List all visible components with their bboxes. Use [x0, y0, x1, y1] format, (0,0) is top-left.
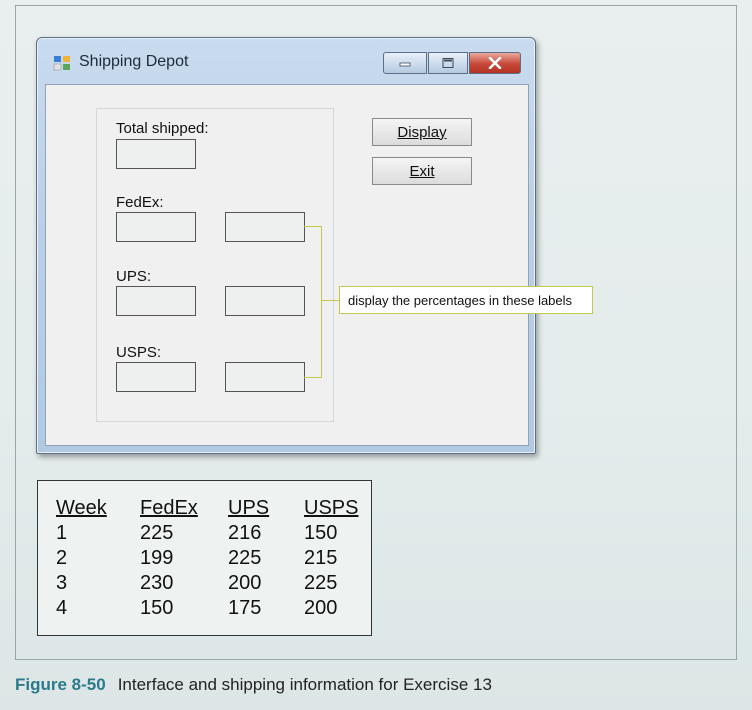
callout-bracket [304, 226, 322, 378]
table-cell: 216 [228, 522, 262, 544]
shipping-table: Week FedEx UPS USPS 1 225 216 150 2 199 … [56, 495, 364, 621]
close-button[interactable] [469, 52, 521, 74]
usps-percentage-label [225, 362, 305, 392]
table-cell: 225 [228, 547, 262, 569]
table-cell: 2 [56, 547, 68, 569]
figure-caption-text: Interface and shipping information for E… [117, 675, 492, 694]
table-cell: 200 [304, 597, 338, 619]
usps-label: USPS: [116, 344, 162, 361]
figure-caption: Figure 8-50 Interface and shipping inform… [15, 675, 492, 695]
windows-form-icon [53, 56, 70, 71]
figure-number: Figure 8-50 [15, 675, 106, 694]
table-cell: 215 [304, 547, 338, 569]
total-shipped-label: Total shipped: [116, 120, 209, 137]
fedex-percentage-label [225, 212, 305, 242]
exit-button[interactable]: Exit [372, 157, 472, 185]
window-title: Shipping Depot [79, 53, 189, 70]
fedex-textbox[interactable] [116, 212, 196, 242]
close-icon [488, 57, 502, 69]
minimize-icon [399, 62, 411, 67]
minimize-button[interactable] [383, 52, 427, 74]
table-cell: 150 [140, 597, 174, 619]
table-cell: 230 [140, 572, 174, 594]
fedex-label: FedEx: [116, 194, 164, 211]
total-shipped-textbox[interactable] [116, 139, 196, 169]
maximize-icon [442, 58, 454, 68]
header-ups: UPS [228, 496, 270, 519]
table-row: 4 150 175 200 [56, 596, 364, 621]
table-cell: 1 [56, 522, 68, 544]
table-cell: 3 [56, 572, 68, 594]
header-fedex: FedEx [140, 496, 198, 519]
ups-textbox[interactable] [116, 286, 196, 316]
title-bar[interactable]: Shipping Depot [37, 38, 535, 84]
table-cell: 225 [140, 522, 174, 544]
shipping-table-box: Week FedEx UPS USPS 1 225 216 150 2 199 … [37, 480, 372, 636]
callout-connector [321, 300, 339, 301]
ups-label: UPS: [116, 268, 152, 285]
header-usps: USPS [304, 496, 359, 519]
callout-box: display the percentages in these labels [339, 286, 593, 314]
table-cell: 225 [304, 572, 338, 594]
table-cell: 199 [140, 547, 174, 569]
header-week: Week [56, 496, 107, 519]
table-cell: 200 [228, 572, 262, 594]
form-client-area: Total shipped: FedEx: UPS: USPS: Display… [45, 84, 529, 446]
table-cell: 150 [304, 522, 338, 544]
table-row: 2 199 225 215 [56, 546, 364, 571]
maximize-button[interactable] [428, 52, 468, 74]
display-button[interactable]: Display [372, 118, 472, 146]
ups-percentage-label [225, 286, 305, 316]
table-cell: 175 [228, 597, 262, 619]
table-row: 1 225 216 150 [56, 521, 364, 546]
shipping-depot-window: Shipping Depot Total shipped: FedEx: UPS… [36, 37, 536, 454]
table-row: 3 230 200 225 [56, 571, 364, 596]
table-header-row: Week FedEx UPS USPS [56, 495, 364, 521]
table-cell: 4 [56, 597, 68, 619]
usps-textbox[interactable] [116, 362, 196, 392]
